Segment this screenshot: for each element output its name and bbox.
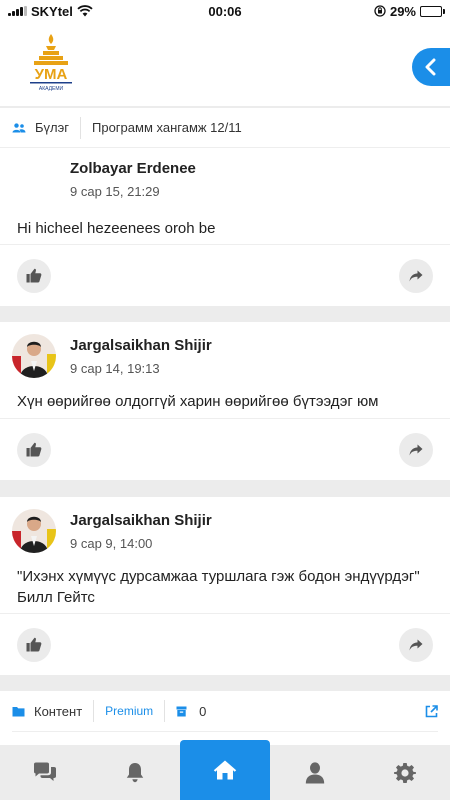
share-button[interactable]	[399, 432, 433, 467]
chat-icon	[34, 762, 56, 781]
logo-text: УМА	[35, 66, 68, 83]
divider	[12, 731, 438, 732]
share-button[interactable]	[399, 627, 433, 662]
status-bar: SKYtel 00:06 29%	[0, 0, 450, 22]
tab-notifications[interactable]	[90, 745, 180, 800]
post-date: 9 сар 14, 19:13	[70, 360, 160, 376]
tab-messages[interactable]	[0, 745, 90, 800]
like-button[interactable]	[17, 432, 51, 467]
post-date: 9 сар 9, 14:00	[70, 535, 153, 551]
share-arrow-icon	[409, 639, 423, 650]
post-actions	[0, 244, 450, 306]
post-author: Jargalsaikhan Shijir 9 сар 14, 19:13	[0, 325, 450, 387]
carrier-name: SKYtel	[31, 3, 73, 19]
course-name[interactable]: Программ хангамж 12/11	[92, 120, 242, 135]
user-icon	[305, 761, 325, 783]
avatar[interactable]	[12, 334, 56, 378]
group-label: Бүлэг	[35, 120, 69, 135]
group-icon	[12, 122, 26, 132]
orientation-lock-icon	[374, 5, 386, 17]
share-arrow-icon	[409, 444, 423, 455]
like-button[interactable]	[17, 627, 51, 662]
course-meta-row: Бүлэг Программ хангамж 12/11	[0, 108, 450, 148]
post-author: Zolbayar Erdenee 9 сар 15, 21:29	[0, 148, 450, 210]
post-text: Хүн өөрийгөө олдоггүй харин өөрийгөө бүт…	[17, 393, 379, 410]
thumbs-up-icon	[26, 637, 42, 652]
app-header: УМА АКАДЕМИ	[0, 22, 450, 106]
divider	[93, 700, 95, 722]
open-external-icon[interactable]	[425, 704, 438, 718]
signal-icon	[8, 6, 27, 16]
gear-icon	[394, 762, 416, 783]
like-button[interactable]	[17, 258, 51, 293]
content-label: Контент	[34, 703, 83, 719]
archive-box-icon	[176, 706, 187, 716]
divider	[80, 116, 81, 139]
author-name[interactable]: Jargalsaikhan Shijir	[70, 337, 212, 354]
academy-logo: УМА АКАДЕМИ	[30, 34, 72, 92]
post-actions	[0, 418, 450, 480]
author-name[interactable]: Zolbayar Erdenee	[70, 160, 196, 177]
post-author: Jargalsaikhan Shijir 9 сар 9, 14:00	[0, 500, 450, 562]
post-card: Jargalsaikhan Shijir 9 сар 9, 14:00 "Ихэ…	[0, 497, 450, 675]
post-actions	[0, 613, 450, 675]
battery-icon	[420, 5, 445, 17]
home-icon	[213, 760, 237, 780]
bell-icon	[126, 763, 144, 783]
battery-percent: 29%	[389, 3, 416, 19]
post-card: Jargalsaikhan Shijir 9 сар 14, 19:13 Хүн…	[0, 322, 450, 480]
thumbs-up-icon	[26, 442, 42, 457]
tab-home[interactable]	[180, 740, 270, 800]
folder-icon	[12, 706, 25, 716]
logo-subtitle: АКАДЕМИ	[39, 86, 64, 92]
post-text: "Ихэнх хүмүүс дурсамжаа туршлага гэж бод…	[17, 568, 420, 606]
post-text: Hi hicheel hezeenees oroh be	[17, 220, 216, 237]
back-button[interactable]	[412, 48, 450, 86]
avatar[interactable]	[12, 509, 56, 553]
thumbs-up-icon	[26, 268, 42, 283]
divider	[164, 700, 166, 722]
post-card: Бүлэг Программ хангамж 12/11 Zolbayar Er…	[0, 108, 450, 306]
avatar-placeholder	[12, 157, 56, 201]
content-count: 0	[199, 703, 207, 719]
premium-badge[interactable]: Premium	[105, 704, 153, 718]
content-row: Контент Premium 0	[0, 691, 450, 731]
tab-profile[interactable]	[270, 745, 360, 800]
author-name[interactable]: Jargalsaikhan Shijir	[70, 512, 212, 529]
post-date: 9 сар 15, 21:29	[70, 183, 160, 199]
share-arrow-icon	[409, 270, 423, 281]
wifi-icon	[77, 5, 93, 17]
chevron-left-icon	[425, 58, 436, 76]
tab-settings[interactable]	[360, 745, 450, 800]
bottom-tab-bar	[0, 740, 450, 800]
share-button[interactable]	[399, 258, 433, 293]
